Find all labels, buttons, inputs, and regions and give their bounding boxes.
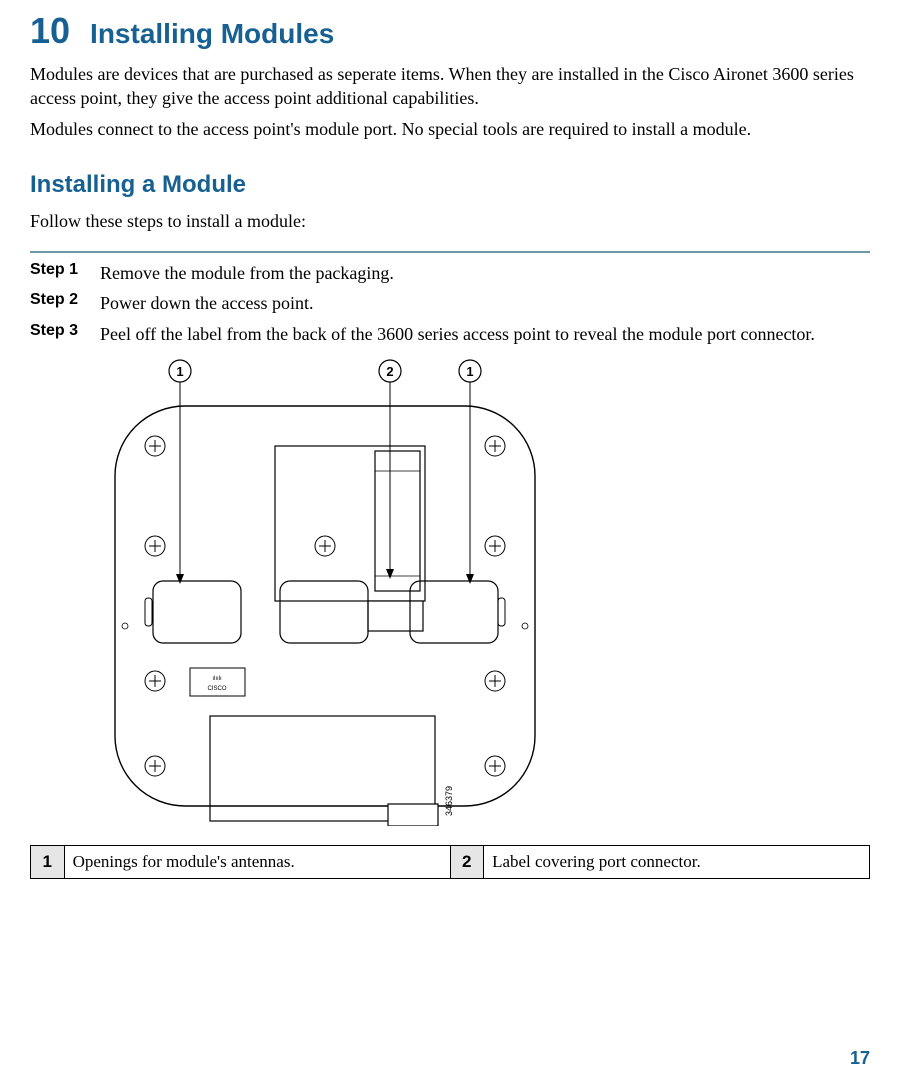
step-2: Step 2 Power down the access point.: [30, 291, 870, 315]
diagram: 1 2 1: [100, 356, 870, 831]
step-1-label: Step 1: [30, 261, 100, 285]
legend-table: 1 Openings for module's antennas. 2 Labe…: [30, 845, 870, 879]
callout-1-left: 1: [169, 360, 191, 584]
chapter-title: Installing Modules: [90, 18, 334, 50]
legend-1-num: 1: [31, 846, 65, 879]
figure-ref-number: 346379: [444, 786, 454, 816]
svg-text:2: 2: [386, 364, 393, 379]
callout-1-right: 1: [459, 360, 481, 584]
step-3: Step 3 Peel off the label from the back …: [30, 322, 870, 346]
step-2-label: Step 2: [30, 291, 100, 315]
callout-2: 2: [379, 360, 401, 579]
legend-1-text: Openings for module's antennas.: [64, 846, 450, 879]
intro-paragraph-1: Modules are devices that are purchased a…: [30, 62, 870, 111]
intro-paragraph-2: Modules connect to the access point's mo…: [30, 117, 870, 141]
svg-text:ılıılı: ılıılı: [212, 676, 222, 682]
antenna-opening-left: [153, 581, 241, 643]
section-intro: Follow these steps to install a module:: [30, 209, 870, 233]
chapter-heading: 10 Installing Modules: [30, 10, 870, 52]
chapter-number: 10: [30, 10, 70, 52]
section-title: Installing a Module: [30, 171, 870, 199]
step-1-text: Remove the module from the packaging.: [100, 261, 394, 285]
access-point-diagram: 1 2 1: [100, 356, 560, 826]
step-3-text: Peel off the label from the back of the …: [100, 322, 815, 346]
device-outline: [115, 406, 535, 806]
svg-text:1: 1: [176, 364, 183, 379]
section-divider: [30, 251, 870, 253]
step-2-text: Power down the access point.: [100, 291, 313, 315]
step-1: Step 1 Remove the module from the packag…: [30, 261, 870, 285]
step-3-label: Step 3: [30, 322, 100, 346]
svg-text:1: 1: [466, 364, 473, 379]
legend-2-text: Label covering port connector.: [484, 846, 870, 879]
screws: [145, 436, 505, 776]
svg-text:CISCO: CISCO: [207, 686, 226, 692]
cisco-label: ılıılı CISCO: [190, 668, 245, 696]
legend-row: 1 Openings for module's antennas. 2 Labe…: [31, 846, 870, 879]
page-number: 17: [850, 1048, 870, 1069]
antenna-opening-mid: [280, 581, 368, 643]
module-port-area: [275, 446, 425, 631]
legend-2-num: 2: [450, 846, 484, 879]
